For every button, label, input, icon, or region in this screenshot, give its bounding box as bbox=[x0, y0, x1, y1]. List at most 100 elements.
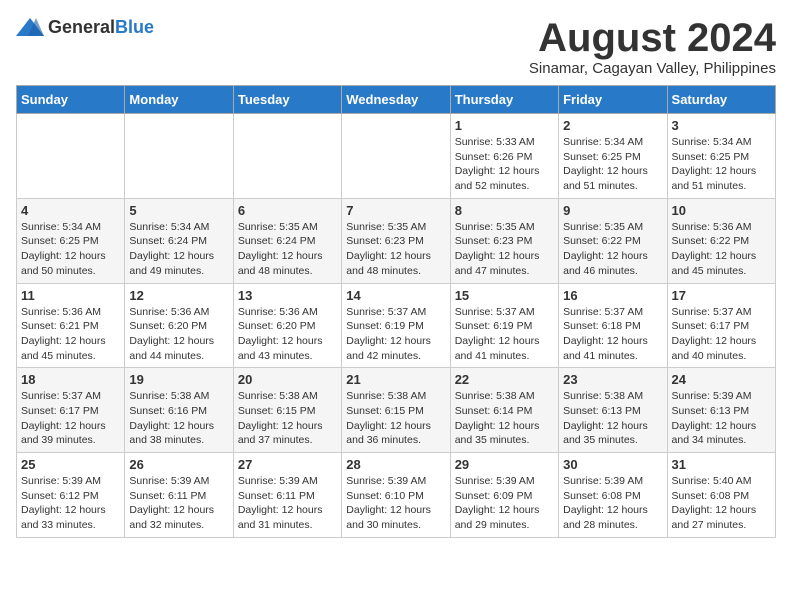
calendar-cell: 18Sunrise: 5:37 AMSunset: 6:17 PMDayligh… bbox=[17, 368, 125, 453]
day-number: 23 bbox=[563, 372, 662, 387]
day-number: 25 bbox=[21, 457, 120, 472]
week-row-4: 18Sunrise: 5:37 AMSunset: 6:17 PMDayligh… bbox=[17, 368, 776, 453]
day-info: Sunrise: 5:39 AMSunset: 6:11 PMDaylight:… bbox=[129, 474, 228, 533]
day-info: Sunrise: 5:34 AMSunset: 6:25 PMDaylight:… bbox=[21, 220, 120, 279]
day-number: 20 bbox=[238, 372, 337, 387]
day-number: 2 bbox=[563, 118, 662, 133]
day-info: Sunrise: 5:38 AMSunset: 6:13 PMDaylight:… bbox=[563, 389, 662, 448]
day-number: 27 bbox=[238, 457, 337, 472]
day-info: Sunrise: 5:39 AMSunset: 6:13 PMDaylight:… bbox=[672, 389, 771, 448]
day-number: 16 bbox=[563, 288, 662, 303]
calendar-cell: 17 Sunrise: 5:37 AMSunset: 6:17 PMDayligh… bbox=[667, 283, 775, 368]
calendar-cell: 11 Sunrise: 5:36 AMSunset: 6:21 PMDayligh… bbox=[17, 283, 125, 368]
calendar-cell: 16 Sunrise: 5:37 AMSunset: 6:18 PMDayligh… bbox=[559, 283, 667, 368]
weekday-header-thursday: Thursday bbox=[450, 86, 558, 114]
day-info: Sunrise: 5:35 AMSunset: 6:24 PMDaylight:… bbox=[238, 220, 337, 279]
day-info: Sunrise: 5:38 AMSunset: 6:15 PMDaylight:… bbox=[346, 389, 445, 448]
calendar-cell bbox=[342, 114, 450, 199]
day-info: Sunrise: 5:34 AMSunset: 6:25 PMDaylight:… bbox=[563, 135, 662, 194]
calendar-cell bbox=[233, 114, 341, 199]
day-info: Sunrise: 5:37 AMSunset: 6:19 PMDaylight:… bbox=[346, 305, 445, 364]
day-info: Sunrise: 5:40 AMSunset: 6:08 PMDaylight:… bbox=[672, 474, 771, 533]
day-number: 11 bbox=[21, 288, 120, 303]
day-info: Sunrise: 5:39 AMSunset: 6:08 PMDaylight:… bbox=[563, 474, 662, 533]
weekday-header-wednesday: Wednesday bbox=[342, 86, 450, 114]
day-info: Sunrise: 5:33 AMSunset: 6:26 PMDaylight:… bbox=[455, 135, 554, 194]
day-number: 14 bbox=[346, 288, 445, 303]
day-number: 28 bbox=[346, 457, 445, 472]
day-info: Sunrise: 5:35 AMSunset: 6:23 PMDaylight:… bbox=[455, 220, 554, 279]
calendar-cell bbox=[125, 114, 233, 199]
calendar-cell: 28 Sunrise: 5:39 AMSunset: 6:10 PMDayligh… bbox=[342, 453, 450, 538]
day-info: Sunrise: 5:36 AMSunset: 6:22 PMDaylight:… bbox=[672, 220, 771, 279]
calendar-cell: 15 Sunrise: 5:37 AMSunset: 6:19 PMDayligh… bbox=[450, 283, 558, 368]
main-title: August 2024 bbox=[529, 16, 776, 60]
calendar-cell: 26 Sunrise: 5:39 AMSunset: 6:11 PMDayligh… bbox=[125, 453, 233, 538]
calendar-cell bbox=[17, 114, 125, 199]
day-info: Sunrise: 5:39 AMSunset: 6:09 PMDaylight:… bbox=[455, 474, 554, 533]
day-number: 1 bbox=[455, 118, 554, 133]
day-number: 21 bbox=[346, 372, 445, 387]
day-info: Sunrise: 5:39 AMSunset: 6:12 PMDaylight:… bbox=[21, 474, 120, 533]
calendar-cell: 10 Sunrise: 5:36 AMSunset: 6:22 PMDayligh… bbox=[667, 198, 775, 283]
calendar-cell: 22 Sunrise: 5:38 AMSunset: 6:14 PMDayligh… bbox=[450, 368, 558, 453]
logo: GeneralBlue bbox=[16, 16, 154, 38]
day-number: 26 bbox=[129, 457, 228, 472]
day-info: Sunrise: 5:38 AMSunset: 6:14 PMDaylight:… bbox=[455, 389, 554, 448]
calendar-cell: 20 Sunrise: 5:38 AMSunset: 6:15 PMDayligh… bbox=[233, 368, 341, 453]
calendar-cell: 8 Sunrise: 5:35 AMSunset: 6:23 PMDaylight… bbox=[450, 198, 558, 283]
calendar-table: SundayMondayTuesdayWednesdayThursdayFrid… bbox=[16, 85, 776, 538]
calendar-cell: 30 Sunrise: 5:39 AMSunset: 6:08 PMDayligh… bbox=[559, 453, 667, 538]
day-number: 31 bbox=[672, 457, 771, 472]
logo-icon bbox=[16, 16, 44, 38]
weekday-header-saturday: Saturday bbox=[667, 86, 775, 114]
day-info: Sunrise: 5:38 AMSunset: 6:15 PMDaylight:… bbox=[238, 389, 337, 448]
calendar-cell: 2 Sunrise: 5:34 AMSunset: 6:25 PMDaylight… bbox=[559, 114, 667, 199]
day-number: 8 bbox=[455, 203, 554, 218]
calendar-cell: 9Sunrise: 5:35 AMSunset: 6:22 PMDaylight… bbox=[559, 198, 667, 283]
day-info: Sunrise: 5:37 AMSunset: 6:17 PMDaylight:… bbox=[672, 305, 771, 364]
weekday-header-sunday: Sunday bbox=[17, 86, 125, 114]
calendar-cell: 4 Sunrise: 5:34 AMSunset: 6:25 PMDaylight… bbox=[17, 198, 125, 283]
calendar-cell: 14 Sunrise: 5:37 AMSunset: 6:19 PMDayligh… bbox=[342, 283, 450, 368]
day-number: 7 bbox=[346, 203, 445, 218]
day-info: Sunrise: 5:36 AMSunset: 6:20 PMDaylight:… bbox=[129, 305, 228, 364]
day-number: 6 bbox=[238, 203, 337, 218]
day-number: 22 bbox=[455, 372, 554, 387]
logo-blue: Blue bbox=[115, 17, 154, 37]
day-number: 4 bbox=[21, 203, 120, 218]
header: GeneralBlue August 2024 Sinamar, Cagayan… bbox=[16, 16, 776, 77]
calendar-cell: 29Sunrise: 5:39 AMSunset: 6:09 PMDayligh… bbox=[450, 453, 558, 538]
day-info: Sunrise: 5:37 AMSunset: 6:18 PMDaylight:… bbox=[563, 305, 662, 364]
calendar-cell: 24 Sunrise: 5:39 AMSunset: 6:13 PMDayligh… bbox=[667, 368, 775, 453]
day-number: 19 bbox=[129, 372, 228, 387]
day-info: Sunrise: 5:35 AMSunset: 6:23 PMDaylight:… bbox=[346, 220, 445, 279]
day-info: Sunrise: 5:38 AMSunset: 6:16 PMDaylight:… bbox=[129, 389, 228, 448]
subtitle: Sinamar, Cagayan Valley, Philippines bbox=[529, 60, 776, 77]
calendar-cell: 25 Sunrise: 5:39 AMSunset: 6:12 PMDayligh… bbox=[17, 453, 125, 538]
calendar-cell: 3Sunrise: 5:34 AMSunset: 6:25 PMDaylight… bbox=[667, 114, 775, 199]
day-info: Sunrise: 5:36 AMSunset: 6:21 PMDaylight:… bbox=[21, 305, 120, 364]
day-number: 24 bbox=[672, 372, 771, 387]
day-number: 17 bbox=[672, 288, 771, 303]
calendar-cell: 12 Sunrise: 5:36 AMSunset: 6:20 PMDayligh… bbox=[125, 283, 233, 368]
day-info: Sunrise: 5:35 AMSunset: 6:22 PMDaylight:… bbox=[563, 220, 662, 279]
calendar-cell: 5Sunrise: 5:34 AMSunset: 6:24 PMDaylight… bbox=[125, 198, 233, 283]
calendar-cell: 23 Sunrise: 5:38 AMSunset: 6:13 PMDayligh… bbox=[559, 368, 667, 453]
calendar-cell: 27 Sunrise: 5:39 AMSunset: 6:11 PMDayligh… bbox=[233, 453, 341, 538]
day-info: Sunrise: 5:39 AMSunset: 6:11 PMDaylight:… bbox=[238, 474, 337, 533]
weekday-header-row: SundayMondayTuesdayWednesdayThursdayFrid… bbox=[17, 86, 776, 114]
day-number: 15 bbox=[455, 288, 554, 303]
title-section: August 2024 Sinamar, Cagayan Valley, Phi… bbox=[529, 16, 776, 77]
day-info: Sunrise: 5:39 AMSunset: 6:10 PMDaylight:… bbox=[346, 474, 445, 533]
day-number: 12 bbox=[129, 288, 228, 303]
day-number: 13 bbox=[238, 288, 337, 303]
calendar-cell: 7 Sunrise: 5:35 AMSunset: 6:23 PMDaylight… bbox=[342, 198, 450, 283]
week-row-1: 1 Sunrise: 5:33 AMSunset: 6:26 PMDaylight… bbox=[17, 114, 776, 199]
calendar-cell: 6 Sunrise: 5:35 AMSunset: 6:24 PMDaylight… bbox=[233, 198, 341, 283]
day-number: 10 bbox=[672, 203, 771, 218]
day-number: 5 bbox=[129, 203, 228, 218]
calendar-cell: 19 Sunrise: 5:38 AMSunset: 6:16 PMDayligh… bbox=[125, 368, 233, 453]
day-info: Sunrise: 5:37 AMSunset: 6:19 PMDaylight:… bbox=[455, 305, 554, 364]
day-number: 30 bbox=[563, 457, 662, 472]
